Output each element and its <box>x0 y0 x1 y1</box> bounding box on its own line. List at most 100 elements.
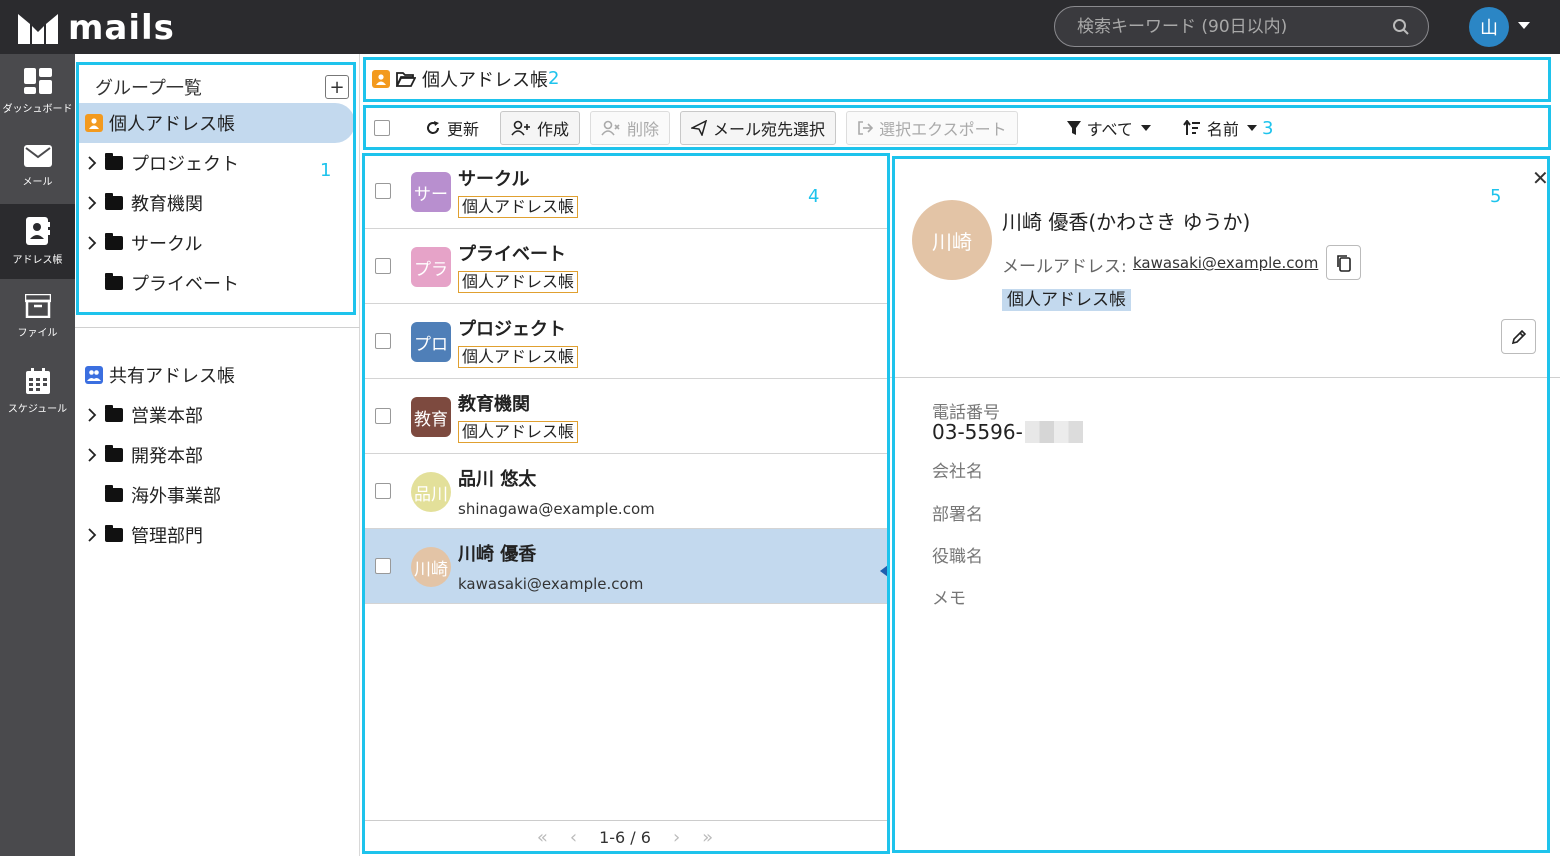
row-checkbox[interactable] <box>375 483 391 499</box>
tree-label: 営業本部 <box>131 406 203 427</box>
tree-label: 教育機関 <box>131 194 203 215</box>
tree-label: 個人アドレス帳 <box>109 114 235 135</box>
first-page-icon[interactable]: « <box>537 827 548 848</box>
copy-icon <box>1336 254 1351 272</box>
row-checkbox[interactable] <box>375 258 391 274</box>
rail-dashboard[interactable]: ダッシュボード <box>0 54 75 129</box>
next-page-icon[interactable]: › <box>673 827 680 848</box>
avatar: 川崎 <box>411 547 451 587</box>
icon-rail: ダッシュボード メール アドレス帳 ファイル スケジュール <box>0 54 75 856</box>
list-item[interactable]: 品川 品川 悠太 shinagawa@example.com <box>362 454 888 529</box>
chevron-right-icon[interactable] <box>85 156 99 170</box>
filter-dropdown[interactable]: すべて <box>1055 111 1162 145</box>
filter-icon <box>1066 121 1081 135</box>
contact-email-link[interactable]: kawasaki@example.com <box>1133 254 1318 272</box>
person-icon <box>85 114 103 132</box>
close-icon[interactable]: ✕ <box>1532 166 1549 190</box>
pencil-icon <box>1511 329 1526 344</box>
export-button[interactable]: 選択エクスポート <box>846 111 1018 145</box>
prev-page-icon[interactable]: ‹ <box>570 827 577 848</box>
avatar: サー <box>411 172 451 212</box>
tree-label: プロジェクト <box>131 154 239 175</box>
search-input[interactable] <box>1077 16 1392 37</box>
folder-open-icon <box>396 72 416 87</box>
last-page-icon[interactable]: » <box>702 827 713 848</box>
logo-text: mails <box>68 8 175 48</box>
chevron-right-icon[interactable] <box>85 448 99 462</box>
tree-item-project[interactable]: プロジェクト <box>85 143 239 183</box>
chevron-right-icon[interactable] <box>85 236 99 250</box>
edit-contact-button[interactable] <box>1501 319 1536 354</box>
add-group-button[interactable]: + <box>325 75 349 99</box>
page-indicator: 1-6 / 6 <box>599 828 651 847</box>
rail-files[interactable]: ファイル <box>0 279 75 354</box>
tree-label: 海外事業部 <box>131 486 221 507</box>
tree-item-sales[interactable]: 営業本部 <box>85 395 203 435</box>
list-item[interactable]: 川崎 川崎 優香 kawasaki@example.com <box>362 529 888 604</box>
chevron-right-icon[interactable] <box>85 196 99 210</box>
tree-label: 管理部門 <box>131 526 203 547</box>
row-checkbox[interactable] <box>375 558 391 574</box>
row-email: kawasaki@example.com <box>458 575 644 593</box>
contact-name: 川崎 優香(かわさき ゆうか) <box>1002 210 1251 234</box>
row-checkbox[interactable] <box>375 183 391 199</box>
tree-item-overseas[interactable]: 海外事業部 <box>85 475 221 515</box>
row-tag: 個人アドレス帳 <box>458 346 579 368</box>
list-item[interactable]: プロ プロジェクト 個人アドレス帳 <box>362 304 888 379</box>
refresh-button[interactable]: 更新 <box>414 111 491 145</box>
user-avatar[interactable]: 山 <box>1469 7 1509 47</box>
folder-icon <box>105 525 123 542</box>
sort-dropdown[interactable]: 名前 <box>1171 111 1268 145</box>
tree-item-education[interactable]: 教育機関 <box>85 183 203 223</box>
folder-icon <box>105 405 123 422</box>
refresh-label: 更新 <box>447 120 480 139</box>
group-list-title: グループ一覧 <box>95 78 202 99</box>
rail-label: ファイル <box>17 328 58 339</box>
list-item[interactable]: 教育 教育機関 個人アドレス帳 <box>362 379 888 454</box>
tree-item-private[interactable]: プライベート <box>85 263 239 303</box>
create-label: 作成 <box>537 120 570 139</box>
folder-icon <box>105 445 123 462</box>
tree-item-dev[interactable]: 開発本部 <box>85 435 203 475</box>
mail-select-button[interactable]: メール宛先選択 <box>680 111 837 145</box>
app-logo[interactable]: mails <box>18 10 175 46</box>
tree-item-circle[interactable]: サークル <box>85 223 202 263</box>
rail-label: メール <box>22 177 53 188</box>
row-checkbox[interactable] <box>375 333 391 349</box>
avatar: プロ <box>411 322 451 362</box>
row-name: 品川 悠太 <box>458 469 537 490</box>
tree-label: 共有アドレス帳 <box>109 366 235 387</box>
filter-label: すべて <box>1086 120 1133 139</box>
address-book-icon <box>25 217 50 245</box>
export-icon <box>858 121 874 135</box>
search-box[interactable] <box>1054 6 1429 47</box>
rail-schedule[interactable]: スケジュール <box>0 354 75 429</box>
memo-label: メモ <box>932 589 966 609</box>
row-name: 川崎 優香 <box>458 544 537 565</box>
search-icon[interactable] <box>1392 18 1410 36</box>
row-checkbox[interactable] <box>375 408 391 424</box>
rail-address-book[interactable]: アドレス帳 <box>0 204 75 279</box>
divider <box>890 377 1560 378</box>
tree-item-admin[interactable]: 管理部門 <box>85 515 203 555</box>
remove-user-icon <box>601 120 620 136</box>
copy-email-button[interactable] <box>1326 245 1361 280</box>
chevron-right-icon[interactable] <box>85 528 99 542</box>
tree-item-personal[interactable]: 個人アドレス帳 <box>79 103 355 143</box>
delete-button[interactable]: 削除 <box>590 111 671 145</box>
chevron-right-icon[interactable] <box>85 408 99 422</box>
create-button[interactable]: 作成 <box>500 111 581 145</box>
avatar: 品川 <box>411 472 451 512</box>
list-item[interactable]: プラ プライベート 個人アドレス帳 <box>362 229 888 304</box>
job-title-label: 役職名 <box>932 547 983 567</box>
callout-number: 3 <box>1262 118 1274 139</box>
refresh-icon <box>427 121 439 134</box>
tree-item-shared[interactable]: 共有アドレス帳 <box>85 355 235 395</box>
contact-detail: ✕ 川崎 川崎 優香(かわさき ゆうか) メールアドレス: kawasaki@e… <box>890 154 1560 854</box>
select-all-checkbox[interactable] <box>374 120 390 136</box>
rail-mail[interactable]: メール <box>0 129 75 204</box>
top-bar: mails 山 <box>0 0 1560 54</box>
archive-icon <box>24 294 51 318</box>
contact-tag: 個人アドレス帳 <box>1002 289 1131 311</box>
user-menu-caret-icon[interactable] <box>1518 22 1530 29</box>
